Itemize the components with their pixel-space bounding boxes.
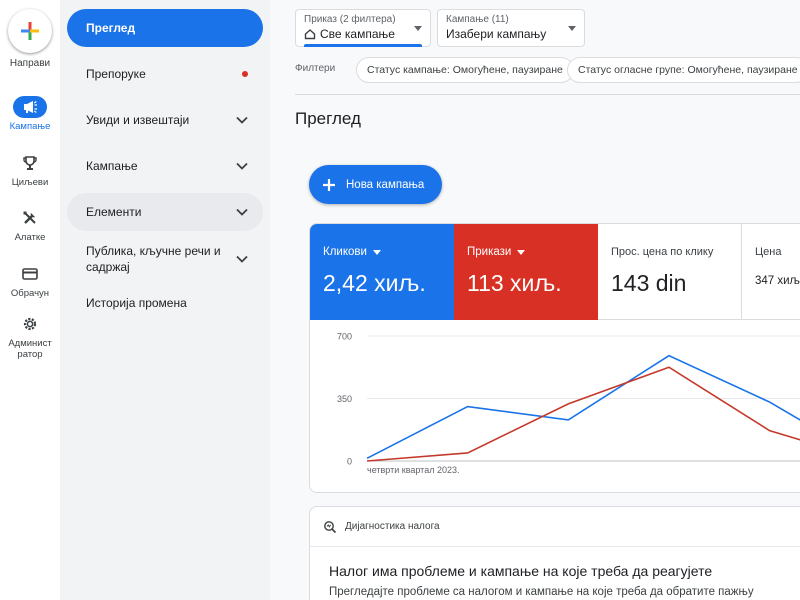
view-selector-value: Све кампање [320, 27, 395, 41]
chart-x-tick-label: четврти квартал 2023. [367, 465, 460, 475]
nav-item-label: Преглед [86, 21, 136, 35]
rail-label: Админист ратор [8, 338, 52, 360]
rail-label: Обрачун [10, 288, 50, 299]
nav-item-campaigns[interactable]: Кампање [67, 147, 263, 185]
chart-y-tick-label: 0 [347, 457, 352, 467]
metric-label: Прикази [467, 246, 512, 258]
diagnostics-header: Дијагностика налога [310, 507, 800, 547]
filter-chip-adgroup-status[interactable]: Статус огласне групе: Омогућене, паузира… [567, 57, 800, 83]
view-selector[interactable]: Приказ (2 филтера) Све кампање [295, 9, 431, 47]
nav-item-assets[interactable]: Елементи [67, 193, 263, 231]
plus-icon [323, 178, 335, 191]
diagnostics-subtitle: Прегледајте проблеме са налогом и кампањ… [329, 586, 754, 598]
metric-value: 113 хиљ. [467, 270, 562, 296]
metric-label-row: Кликови [323, 246, 441, 258]
notification-dot [242, 71, 248, 77]
rail-label: Циљеви [11, 177, 49, 188]
metric-value: 143 din [611, 270, 687, 296]
chevron-down-icon [235, 159, 249, 173]
metric-label: Кликови [323, 246, 367, 258]
metric-label-row: Прикази [467, 246, 585, 258]
nav-item-overview[interactable]: Преглед [67, 9, 263, 47]
megaphone-icon [13, 96, 47, 118]
metric-value: 347 хиљ. [755, 275, 800, 287]
filters-label: Филтери [295, 63, 336, 74]
diagnostics-search-icon [324, 520, 337, 533]
tools-icon [13, 207, 47, 229]
side-navigation: Преглед Препоруке Увиди и извештаји Камп… [60, 0, 270, 600]
performance-chart: 700 350 0 четврти квартал 2023. [337, 332, 800, 475]
chart-y-tick-label: 700 [337, 332, 352, 342]
credit-card-icon [13, 263, 47, 285]
chevron-down-icon [235, 252, 249, 266]
page-title: Преглед [295, 109, 361, 128]
campaign-selector-value: Изабери кампању [446, 27, 547, 41]
main-content: Приказ (2 филтера) Све кампање Кампање (… [270, 0, 800, 600]
trophy-icon [13, 152, 47, 174]
new-campaign-label: Нова кампања [346, 178, 425, 191]
diagnostics-header-label: Дијагностика налога [345, 521, 440, 532]
rail-label: Алатке [14, 232, 46, 243]
nav-item-label: Препоруке [86, 67, 146, 81]
rail-item-admin[interactable]: Админист ратор [0, 313, 60, 360]
nav-item-recommendations[interactable]: Препоруке [67, 55, 263, 93]
header-divider [295, 94, 800, 95]
dropdown-caret-icon [372, 249, 381, 255]
nav-item-label: Публика, кључне речи и садржај [86, 244, 221, 274]
chart-y-tick-label: 350 [337, 394, 352, 404]
metric-avg-cpc[interactable]: Прос. цена по клику 143 din [598, 224, 742, 320]
nav-item-label: Увиди и извештаји [86, 113, 190, 127]
filter-chip-campaign-status[interactable]: Статус кампање: Омогућене, паузиране [356, 57, 574, 83]
account-diagnostics-card: Дијагностика налога Налог има проблеме и… [309, 506, 800, 600]
metric-impressions[interactable]: Прикази 113 хиљ. [454, 224, 598, 320]
dropdown-caret-icon [517, 249, 526, 255]
nav-item-label: Историја промена [86, 296, 187, 310]
metric-label: Прос. цена по клику [611, 246, 714, 258]
rail-item-goals[interactable]: Циљеви [0, 152, 60, 188]
dropdown-caret-icon [414, 26, 422, 31]
gear-icon [13, 313, 47, 335]
view-selector-label: Приказ (2 филтера) [304, 14, 396, 25]
performance-card: Кликови 2,42 хиљ. Прикази 113 хиљ. Прос.… [309, 223, 800, 493]
create-button[interactable] [8, 9, 52, 53]
metric-label: Цена [755, 246, 782, 258]
new-campaign-button[interactable]: Нова кампања [309, 165, 442, 204]
nav-item-label: Елементи [86, 205, 142, 219]
rail-item-billing[interactable]: Обрачун [0, 263, 60, 299]
diagnostics-title: Налог има проблеме и кампање на које тре… [329, 563, 713, 579]
create-label: Направи [9, 58, 51, 69]
dropdown-caret-icon [568, 26, 576, 31]
campaign-selector[interactable]: Кампање (11) Изабери кампању [437, 9, 585, 47]
nav-item-change-history[interactable]: Историја промена [67, 284, 263, 322]
rail-label: Кампање [9, 121, 51, 132]
metric-value: 2,42 хиљ. [323, 270, 426, 296]
home-icon [304, 29, 316, 40]
rail-item-tools[interactable]: Алатке [0, 207, 60, 243]
metric-clicks[interactable]: Кликови 2,42 хиљ. [310, 224, 454, 320]
plus-icon [21, 22, 39, 40]
chart-series-line [366, 366, 800, 462]
selector-underline [304, 44, 422, 47]
rail-item-campaigns[interactable]: Кампање [0, 96, 60, 132]
nav-item-audiences[interactable]: Публика, кључне речи и садржај [67, 237, 263, 281]
metric-cost[interactable]: Цена 347 хиљ. [742, 224, 800, 320]
campaign-selector-label: Кампање (11) [446, 14, 509, 25]
icon-rail: Направи Кампање Циљеви Алатке Обрачун Ад… [0, 0, 60, 600]
chevron-down-icon [235, 113, 249, 127]
nav-item-label: Кампање [86, 159, 138, 173]
chevron-down-icon [235, 205, 249, 219]
nav-item-insights[interactable]: Увиди и извештаји [67, 101, 263, 139]
view-selector-value-row: Све кампање [304, 26, 422, 42]
